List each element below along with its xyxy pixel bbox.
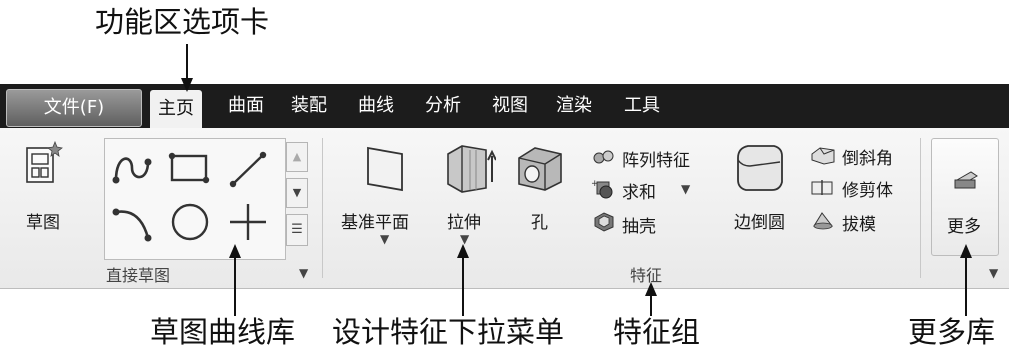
draft-icon[interactable] (810, 210, 836, 230)
circle-icon[interactable] (168, 200, 214, 244)
callout-more-library: 更多库 (908, 315, 996, 349)
edge-blend-label[interactable]: 边倒圆 (734, 208, 785, 233)
feature-group-label: 特征 (630, 266, 663, 285)
group-separator (322, 138, 323, 278)
datum-plane-label[interactable]: 基准平面 (341, 208, 409, 233)
line-icon[interactable] (226, 148, 272, 190)
group-separator (920, 138, 921, 278)
direct-sketch-group-expander[interactable]: ▼ (299, 266, 308, 280)
unite-dropdown-caret[interactable]: ▼ (681, 182, 690, 196)
more-icon (954, 171, 978, 189)
tab-view[interactable]: 视图 (492, 84, 528, 128)
draft-label[interactable]: 拔模 (842, 210, 876, 235)
rectangle-icon[interactable] (168, 152, 214, 188)
edge-blend-icon[interactable] (734, 140, 786, 194)
point-icon[interactable] (226, 200, 272, 244)
gallery-scroll-up[interactable]: ▲ (286, 142, 308, 172)
hole-label[interactable]: 孔 (531, 208, 548, 233)
extrude-dropdown-caret[interactable]: ▼ (460, 232, 469, 246)
more-button[interactable] (931, 138, 999, 256)
tab-home[interactable]: 主页 (150, 90, 202, 128)
pattern-feature-icon[interactable] (593, 148, 615, 166)
tab-surface[interactable]: 曲面 (228, 84, 264, 128)
tab-curve[interactable]: 曲线 (358, 84, 394, 128)
extrude-icon[interactable] (442, 140, 496, 196)
tab-analysis[interactable]: 分析 (425, 84, 461, 128)
sketch-icon[interactable] (24, 140, 64, 186)
tab-render[interactable]: 渲染 (556, 84, 592, 128)
unite-label[interactable]: 求和 (622, 178, 656, 203)
profile-curve-icon[interactable] (110, 150, 156, 188)
shell-icon[interactable] (592, 210, 616, 232)
extrude-label[interactable]: 拉伸 (447, 208, 481, 233)
datum-plane-caret[interactable]: ▼ (380, 232, 389, 246)
chamfer-label[interactable]: 倒斜角 (842, 144, 893, 169)
callout-feature-group: 特征组 (613, 315, 701, 349)
callout-ribbon-tab: 功能区选项卡 (95, 5, 270, 39)
gallery-expand[interactable]: ☰ (286, 214, 308, 246)
tab-tools[interactable]: 工具 (624, 84, 660, 128)
tab-assembly[interactable]: 装配 (291, 84, 327, 128)
unite-icon[interactable]: + (591, 178, 615, 200)
ribbon-options-caret[interactable]: ▼ (989, 266, 998, 280)
datum-plane-icon[interactable] (362, 142, 408, 196)
ribbon-panel: 草图 ▲ ▼ ☰ 直接草图 ▼ 基准平面 ▼ 拉伸 ▼ 孔 阵列特征 + 求和 … (0, 128, 1009, 289)
arc-icon[interactable] (110, 200, 156, 244)
shell-label[interactable]: 抽壳 (622, 212, 656, 237)
more-label[interactable]: 更多 (947, 212, 981, 237)
sketch-label[interactable]: 草图 (26, 208, 60, 233)
chamfer-icon[interactable] (810, 146, 836, 166)
callout-feature-dropdown: 设计特征下拉菜单 (332, 315, 565, 349)
direct-sketch-group-label: 直接草图 (106, 266, 171, 285)
gallery-scroll-down[interactable]: ▼ (286, 178, 308, 208)
tab-file[interactable]: 文件(F) (6, 89, 142, 127)
hole-icon[interactable] (515, 144, 565, 192)
ribbon-tab-bar: 文件(F) 主页 曲面 装配 曲线 分析 视图 渲染 工具 (0, 84, 1009, 128)
pattern-feature-label[interactable]: 阵列特征 (622, 146, 690, 171)
callout-sketch-curve-library: 草图曲线库 (150, 315, 296, 349)
trim-body-label[interactable]: 修剪体 (842, 176, 893, 201)
trim-body-icon[interactable] (810, 178, 836, 196)
